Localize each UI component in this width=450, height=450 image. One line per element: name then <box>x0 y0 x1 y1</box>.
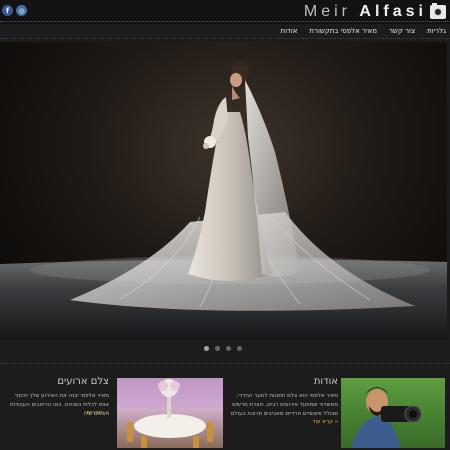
slider-dot-2[interactable] <box>215 346 220 351</box>
hero-slider-image[interactable] <box>0 42 447 340</box>
arrow-icon: « <box>334 419 338 425</box>
facebook-icon[interactable]: f <box>2 5 13 16</box>
event-photo <box>117 378 223 448</box>
logo-text: Meir Alfasi <box>303 3 427 20</box>
slider-dot-4[interactable] <box>237 346 242 351</box>
events-read-more-link[interactable]: « הגדרות <box>87 410 109 416</box>
camera-icon <box>430 3 446 19</box>
slider-pagination <box>204 346 242 351</box>
nav-item-about[interactable]: אודות <box>280 24 297 38</box>
about-read-more-link[interactable]: « קרא עוד <box>312 419 338 425</box>
event-thumbnail[interactable] <box>117 378 223 448</box>
about-read-more-label: קרא עוד <box>312 419 333 425</box>
events-title: צלם ארועים <box>57 376 109 387</box>
about-title: אודות <box>313 376 338 387</box>
photographer-thumbnail[interactable] <box>341 378 445 448</box>
nav-item-contact[interactable]: צור קשר <box>389 24 415 38</box>
photographer-photo <box>341 378 445 448</box>
header-divider <box>0 21 450 22</box>
social-links: f ◎ <box>2 5 27 16</box>
instagram-icon[interactable]: ◎ <box>16 5 27 16</box>
slider-dot-3[interactable] <box>226 346 231 351</box>
events-read-more-label: הגדרות <box>86 410 104 416</box>
nav-item-galleries[interactable]: גלריות <box>427 24 446 38</box>
site-logo[interactable]: Meir Alfasi <box>304 3 446 21</box>
slider-dot-1[interactable] <box>204 346 209 351</box>
section-divider <box>0 363 450 364</box>
main-nav: גלריות צור קשר מאיר אלפסי בתקשורת אודות <box>280 24 446 38</box>
site-header: f ◎ Meir Alfasi <box>0 0 450 24</box>
about-text: מאיר אלפסי הוא צלם חתונות לנוער החרדי, מ… <box>230 393 338 417</box>
bride-photo <box>0 62 447 340</box>
nav-divider <box>0 38 450 39</box>
arrow-icon: « <box>105 410 109 416</box>
nav-item-media[interactable]: מאיר אלפסי בתקשורת <box>309 24 377 38</box>
